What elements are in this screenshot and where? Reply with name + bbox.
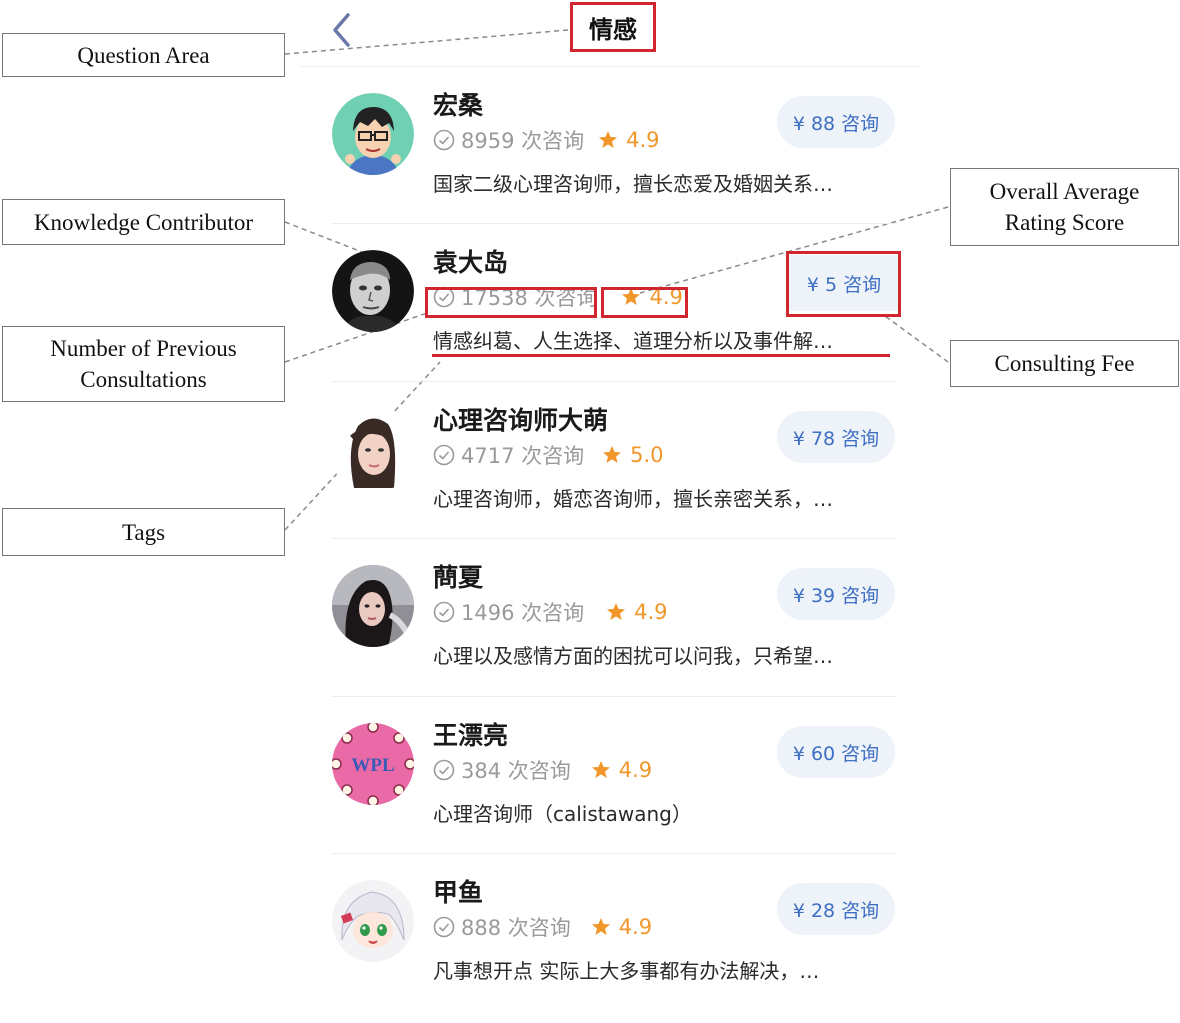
avatar-text: WPL xyxy=(351,755,394,776)
check-circle-icon xyxy=(433,444,455,466)
divider xyxy=(332,696,897,697)
consultant-tags: 心理咨询师，婚恋咨询师，擅长亲密关系，… xyxy=(433,487,833,511)
divider xyxy=(300,66,920,67)
annotation-question-area: Question Area xyxy=(2,33,285,77)
star-icon xyxy=(603,446,622,463)
consultation-meta: 888 次咨询 4.9 xyxy=(433,913,652,941)
check-circle-icon xyxy=(433,916,455,938)
consultant-row[interactable]: 心理咨询师大萌 4717 次咨询 5.0 心理咨询师，婚恋咨询师，擅长亲密关系，… xyxy=(300,393,920,551)
divider xyxy=(332,381,897,382)
chevron-left-icon xyxy=(333,13,350,47)
consult-fee-button[interactable]: ¥ 88 咨询 xyxy=(777,96,895,148)
star-icon xyxy=(591,761,610,778)
consultation-meta: 8959 次咨询 4.9 xyxy=(433,126,660,154)
rating-highlight xyxy=(601,287,688,318)
rating-score: 4.9 xyxy=(634,600,668,624)
count-highlight xyxy=(425,287,597,318)
consultant-name[interactable]: 心理咨询师大萌 xyxy=(433,401,608,437)
rating-score: 4.9 xyxy=(626,128,660,152)
consultant-name[interactable]: 袁大岛 xyxy=(433,243,508,279)
avatar[interactable] xyxy=(332,250,414,332)
avatar[interactable] xyxy=(332,93,414,175)
consultant-tags: 国家二级心理咨询师，擅长恋爱及婚姻关系… xyxy=(433,172,833,196)
divider xyxy=(332,223,897,224)
page-title: 情感 xyxy=(570,2,656,52)
fee-highlight xyxy=(786,251,901,317)
annotation-tags: Tags xyxy=(2,508,285,556)
consult-fee-button[interactable]: ¥ 78 咨询 xyxy=(777,411,895,463)
consultation-meta: 384 次咨询 4.9 xyxy=(433,756,652,784)
consultant-name[interactable]: 王漂亮 xyxy=(433,716,508,752)
star-icon xyxy=(599,131,618,148)
rating: 4.9 xyxy=(598,128,660,152)
annotation-previous-consultations: Number of Previous Consultations xyxy=(2,326,285,402)
check-circle-icon xyxy=(433,129,455,151)
consultant-tags: 凡事想开点 实际上大多事都有办法解决，… xyxy=(433,959,820,983)
consultant-row[interactable]: WPL 王漂亮 384 次咨询 4.9 心理咨询师（calistawang） ¥… xyxy=(300,708,920,866)
consultant-name[interactable]: 宏桑 xyxy=(433,86,483,122)
star-icon xyxy=(591,918,610,935)
consultant-name[interactable]: 蔄夏 xyxy=(433,558,483,594)
consultation-meta: 4717 次咨询 5.0 xyxy=(433,441,664,469)
consultant-row[interactable]: 蔄夏 1496 次咨询 4.9 心理以及感情方面的困扰可以问我，只希望… ¥ 3… xyxy=(300,550,920,708)
consultant-name[interactable]: 甲鱼 xyxy=(433,873,483,909)
avatar[interactable] xyxy=(332,565,414,647)
rating: 4.9 xyxy=(591,758,652,782)
annotation-knowledge-contributor: Knowledge Contributor xyxy=(2,199,285,245)
consultation-count: 1496 次咨询 xyxy=(461,601,585,625)
back-button[interactable] xyxy=(328,12,358,48)
consultation-count: 888 次咨询 xyxy=(461,916,571,940)
check-circle-icon xyxy=(433,759,455,781)
avatar[interactable]: WPL xyxy=(332,723,414,805)
check-circle-icon xyxy=(433,601,455,623)
annotation-rating-score: Overall Average Rating Score xyxy=(950,168,1179,246)
consultant-row[interactable]: 甲鱼 888 次咨询 4.9 凡事想开点 实际上大多事都有办法解决，… ¥ 28… xyxy=(300,865,920,1023)
consult-fee-button[interactable]: ¥ 28 咨询 xyxy=(777,883,895,935)
star-icon xyxy=(607,603,626,620)
consultation-count: 8959 次咨询 xyxy=(461,129,585,153)
consultant-tags: 情感纠葛、人生选择、道理分析以及事件解… xyxy=(433,329,833,353)
avatar[interactable] xyxy=(332,408,414,490)
divider xyxy=(332,538,897,539)
divider xyxy=(332,853,897,854)
rating: 4.9 xyxy=(591,915,652,939)
consultation-meta: 1496 次咨询 4.9 xyxy=(433,598,668,626)
rating-score: 4.9 xyxy=(618,758,653,782)
consultation-count: 384 次咨询 xyxy=(461,759,571,783)
rating-score: 5.0 xyxy=(630,443,664,467)
consult-fee-button[interactable]: ¥ 60 咨询 xyxy=(777,726,895,778)
rating-score: 4.9 xyxy=(618,915,653,939)
consultant-tags: 心理咨询师（calistawang） xyxy=(433,802,692,826)
consultant-tags: 心理以及感情方面的困扰可以问我，只希望… xyxy=(433,644,833,668)
rating: 4.9 xyxy=(606,600,668,624)
tags-underline xyxy=(432,354,890,357)
consult-fee-button[interactable]: ¥ 39 咨询 xyxy=(777,568,895,620)
consultant-row[interactable]: 宏桑 8959 次咨询 4.9 国家二级心理咨询师，擅长恋爱及婚姻关系… ¥ 8… xyxy=(300,78,920,236)
consultation-count: 4717 次咨询 xyxy=(461,444,585,468)
rating: 5.0 xyxy=(602,443,664,467)
avatar[interactable] xyxy=(332,880,414,962)
annotation-consulting-fee: Consulting Fee xyxy=(950,340,1179,387)
